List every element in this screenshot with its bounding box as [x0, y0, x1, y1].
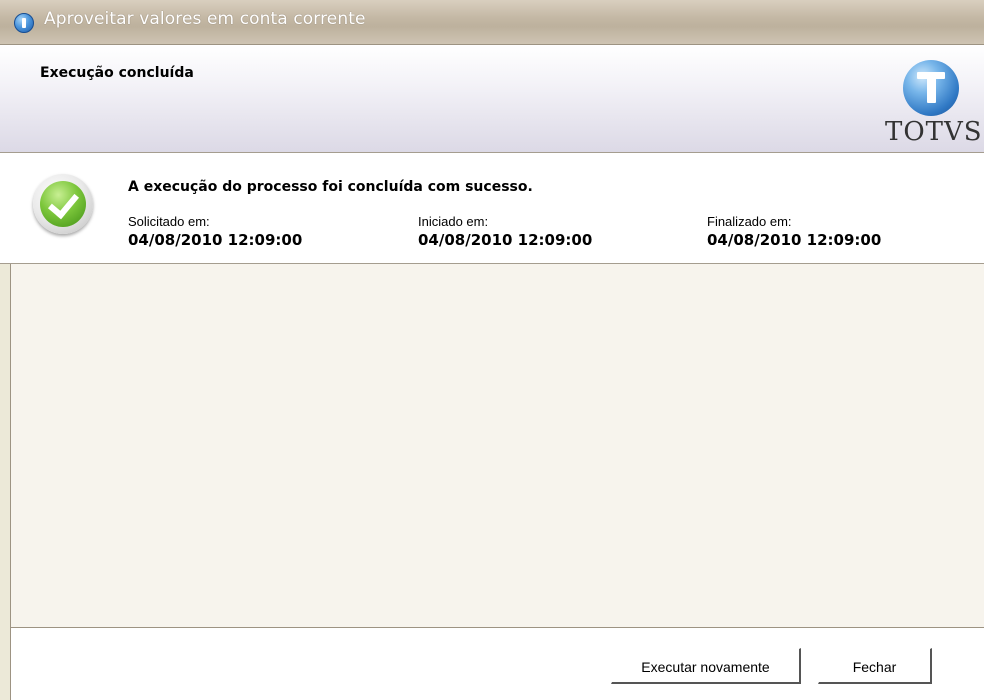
- status-panel: A execução do processo foi concluída com…: [0, 153, 984, 264]
- requested-value: 04/08/2010 12:09:00: [128, 231, 303, 249]
- header-band: Execução concluída TOTVS: [0, 45, 984, 153]
- left-frame-edge: [0, 264, 10, 700]
- dialog-window: Aproveitar valores em conta corrente Exe…: [0, 0, 984, 700]
- started-label: Iniciado em:: [418, 214, 489, 229]
- requested-label: Solicitado em:: [128, 214, 210, 229]
- title-bar[interactable]: Aproveitar valores em conta corrente: [0, 0, 984, 45]
- started-value: 04/08/2010 12:09:00: [418, 231, 593, 249]
- window-title: Aproveitar valores em conta corrente: [44, 9, 366, 29]
- status-message: A execução do processo foi concluída com…: [128, 179, 533, 195]
- finished-label: Finalizado em:: [707, 214, 792, 229]
- success-check-icon: [33, 174, 93, 234]
- totvs-globe-icon: [14, 13, 34, 33]
- finished-value: 04/08/2010 12:09:00: [707, 231, 882, 249]
- page-title: Execução concluída: [40, 65, 194, 81]
- totvs-logo-icon: [903, 60, 959, 116]
- close-button[interactable]: Fechar: [818, 648, 932, 684]
- run-again-button[interactable]: Executar novamente: [611, 648, 801, 684]
- details-area: [10, 264, 984, 628]
- logo-text: TOTVS: [885, 117, 983, 147]
